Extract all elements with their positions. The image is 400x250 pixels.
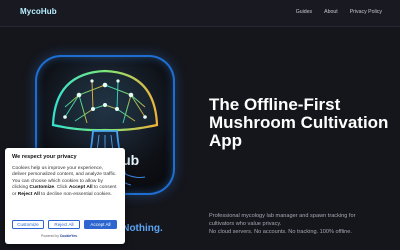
hero-description: Professional mycology lab manager and sp…	[209, 212, 389, 236]
hero-description-line: Professional mycology lab manager and sp…	[209, 213, 356, 219]
nav-link-guides[interactable]: Guides	[296, 9, 312, 15]
hero-description-line: No cloud servers. No accounts. No tracki…	[209, 229, 352, 235]
top-navigation-bar: MycoHub Guides About Privacy Policy	[0, 0, 400, 27]
brand-logo-text[interactable]: MycoHub	[20, 7, 57, 16]
cookieyes-logo[interactable]: CookieYes	[60, 234, 77, 238]
powered-by-prefix: Powered by	[41, 234, 59, 238]
cookie-button-row: Customize Reject All Accept All	[12, 220, 117, 229]
hero-description-line: cultivators who value privacy.	[209, 221, 282, 227]
cookie-dialog-title: We respect your privacy	[12, 154, 77, 160]
accept-all-button[interactable]: Accept All	[84, 220, 117, 229]
reject-all-button[interactable]: Reject All	[48, 220, 80, 229]
main-nav: Guides About Privacy Policy	[296, 9, 382, 15]
cookie-dialog-text: Cookies help us improve your experience,…	[12, 166, 118, 198]
nav-link-privacy-policy[interactable]: Privacy Policy	[350, 9, 382, 15]
cookie-consent-dialog: We respect your privacy Cookies help us …	[5, 148, 125, 244]
hero-title: The Offline-First Mushroom Cultivation A…	[209, 95, 389, 150]
cookie-text-customize: Customize	[29, 185, 55, 191]
customize-button[interactable]: Customize	[12, 220, 44, 229]
cookie-text-part: to decline non-essential cookies.	[39, 191, 112, 197]
cookie-text-accept: Accept All	[68, 185, 93, 191]
powered-by-label: Powered by CookieYes	[41, 234, 77, 238]
cookie-text-reject: Reject All	[17, 191, 40, 197]
nav-link-about[interactable]: About	[324, 9, 338, 15]
cookie-text-part: . Click	[54, 185, 69, 191]
